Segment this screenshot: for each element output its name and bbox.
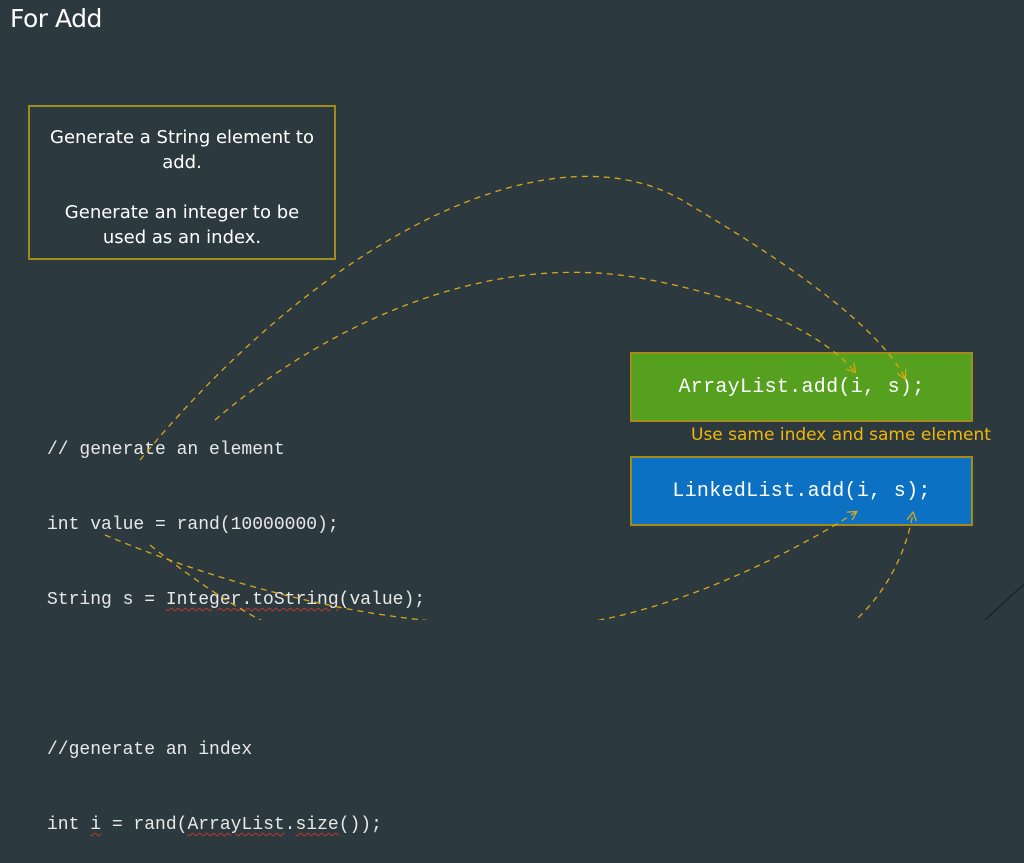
code-token-size: size: [295, 815, 339, 835]
arrow-index-to-linkedlist: [104, 512, 856, 620]
code-token: int: [47, 815, 91, 835]
code-token: .: [284, 815, 296, 835]
code-line-index: int i = rand(ArrayList.size());: [47, 813, 425, 838]
corner-decoration-line: [984, 583, 1024, 620]
code-token-i: i: [90, 815, 102, 835]
arrow-element-to-arraylist: [139, 175, 905, 461]
code-token-arraylist: ArrayList: [187, 815, 285, 835]
connector-arrows: [104, 175, 1024, 620]
arrow-element-to-linkedlist: [149, 544, 262, 620]
arrow-index-to-arraylist: [214, 271, 855, 421]
code-line-comment-index: //generate an index: [47, 740, 253, 760]
code-token: ());: [338, 815, 382, 835]
code-token: = rand(: [101, 815, 188, 835]
arrow-element-to-linkedlist-end: [854, 513, 913, 620]
